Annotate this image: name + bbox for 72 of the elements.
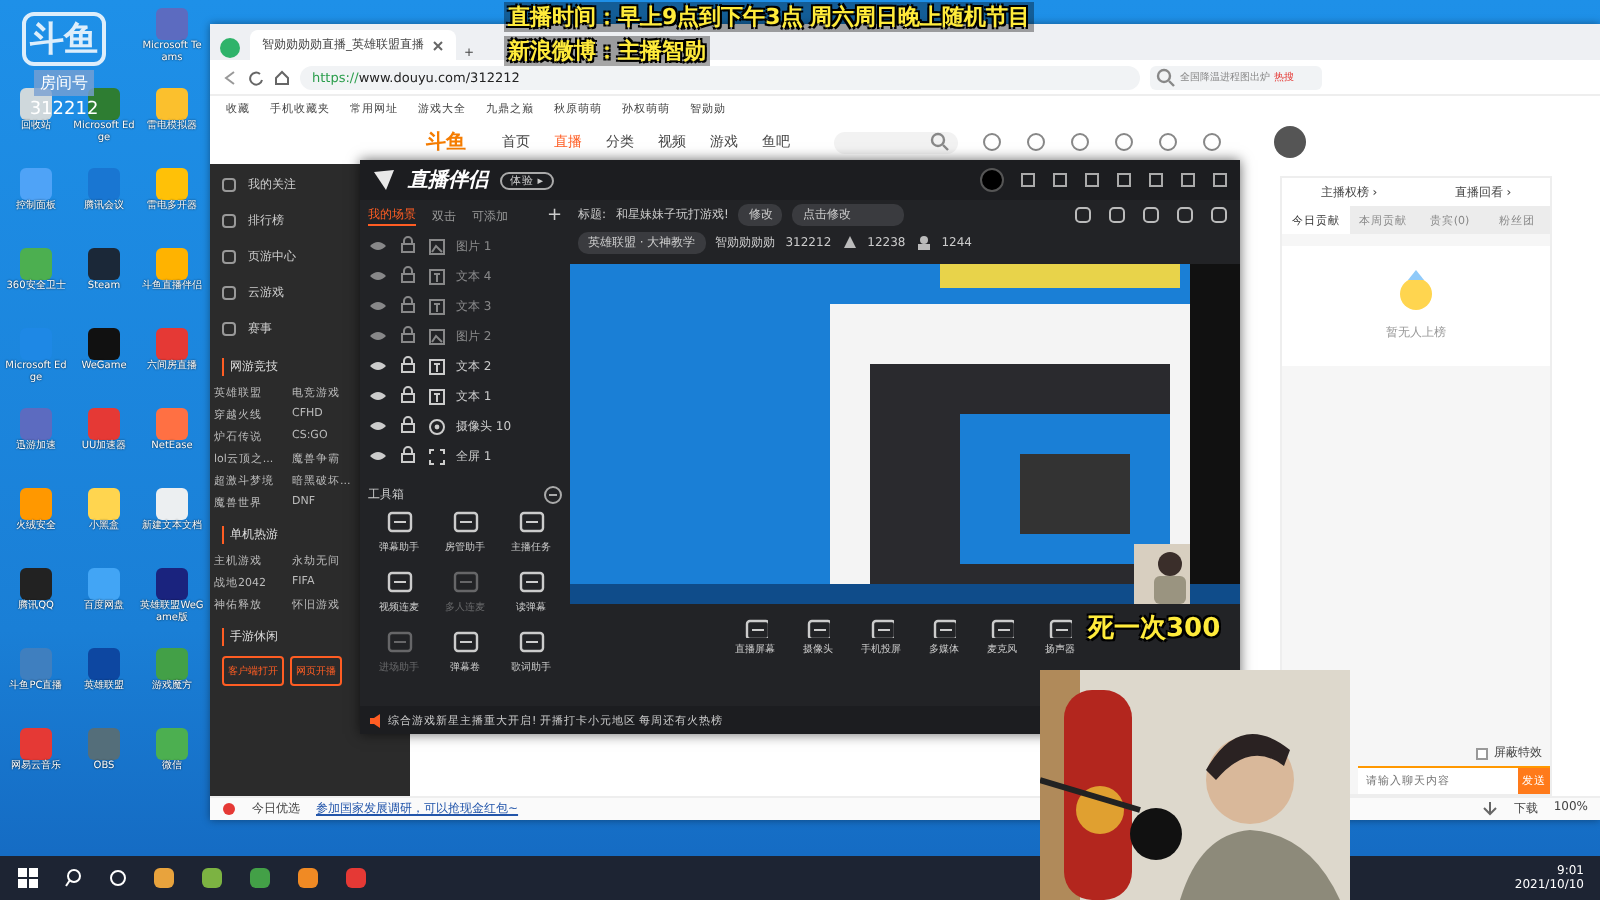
reload-icon[interactable] [248, 69, 264, 85]
tool-icon [385, 570, 413, 594]
back-icon[interactable] [222, 69, 238, 85]
header-icon[interactable] [1158, 132, 1178, 152]
text-icon [428, 297, 446, 315]
weibo-text: 新浪微博：主播智勋 [504, 36, 710, 66]
tool-icon [451, 510, 479, 534]
text-icon [428, 357, 446, 375]
windows-start-icon[interactable] [16, 866, 40, 890]
control-icon [806, 617, 830, 637]
home-icon[interactable] [274, 69, 290, 85]
tool-icon [385, 630, 413, 654]
tool-icon [517, 570, 545, 594]
speaker-icon [368, 713, 382, 727]
sidebar-icon [222, 286, 236, 300]
taskbar-app-icon[interactable] [200, 866, 224, 890]
control-icon [743, 617, 767, 637]
fans-icon [915, 234, 932, 250]
control-icon [1048, 617, 1072, 637]
header-icon[interactable] [1026, 132, 1046, 152]
taskbar-app-icon[interactable] [296, 866, 320, 890]
image-icon [428, 237, 446, 255]
sidebar-icon [222, 322, 236, 336]
app-icon[interactable] [88, 248, 120, 280]
site-search-field[interactable] [834, 131, 958, 153]
task-view-icon[interactable] [108, 868, 128, 888]
sidebar-icon [222, 214, 236, 228]
text-icon [428, 267, 446, 285]
maximize-icon[interactable] [1180, 172, 1196, 188]
app-icon[interactable] [20, 568, 52, 600]
taskbar-app-icon[interactable] [344, 866, 368, 890]
search-icon [1156, 67, 1176, 87]
leaf-logo-icon [372, 168, 396, 192]
box-icon[interactable] [1142, 205, 1160, 223]
control-icon [990, 617, 1014, 637]
camera-icon [428, 417, 446, 435]
image-icon [428, 327, 446, 345]
tool-icon [451, 570, 479, 594]
tool-icon [451, 630, 479, 654]
sidebar-icon [222, 250, 236, 264]
header-icon[interactable] [1202, 132, 1222, 152]
app-icon[interactable] [88, 488, 120, 520]
app-icon[interactable] [156, 568, 188, 600]
stream-logo: 斗鱼 [22, 12, 106, 66]
header-icon[interactable] [982, 132, 1002, 152]
app-icon[interactable] [156, 488, 188, 520]
sidebar-icon [222, 178, 236, 192]
control-icon [869, 617, 893, 637]
search-icon[interactable] [64, 868, 84, 888]
tool-icon [517, 630, 545, 654]
more-icon[interactable] [544, 486, 562, 504]
avatar-icon[interactable] [1274, 126, 1306, 158]
arrow-icon[interactable] [1481, 800, 1498, 816]
tool-icon [385, 510, 413, 534]
header-icon[interactable] [1114, 132, 1134, 152]
recommend-icon [222, 802, 236, 816]
heat-icon [841, 234, 858, 250]
text-icon [428, 387, 446, 405]
header-icon[interactable] [1070, 132, 1090, 152]
app-title: 直播伴侣 [408, 167, 488, 194]
taskbar-app-icon[interactable] [152, 866, 176, 890]
control-icon [932, 617, 956, 637]
app-icon[interactable] [88, 328, 120, 360]
fullscreen-icon [428, 447, 446, 465]
tool-icon [517, 510, 545, 534]
caption-text: 死一次300 [1088, 612, 1221, 646]
checkbox[interactable] [1476, 747, 1488, 759]
taskbar-app-icon[interactable] [248, 866, 272, 890]
schedule-text: 直播时间：早上9点到下午3点 周六周日晚上随机节目 [504, 2, 1035, 32]
add-button[interactable]: + [546, 206, 562, 226]
room-label: 房间号 [34, 70, 94, 96]
search-icon [930, 132, 950, 152]
